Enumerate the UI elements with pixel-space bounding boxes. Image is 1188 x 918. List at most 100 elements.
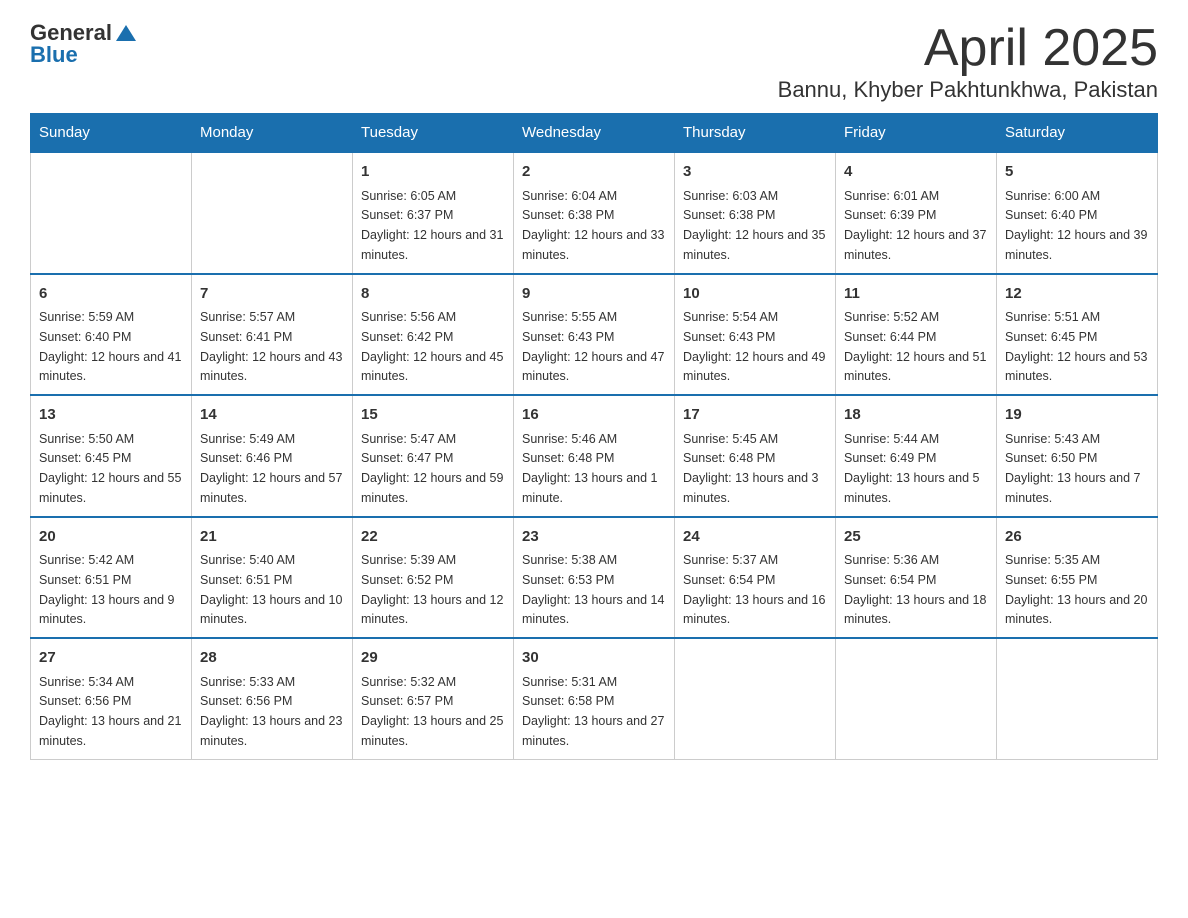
day-number: 20 bbox=[39, 526, 183, 549]
day-number: 25 bbox=[844, 526, 988, 549]
calendar-cell: 4Sunrise: 6:01 AMSunset: 6:39 PMDaylight… bbox=[836, 152, 997, 274]
calendar-cell: 9 Sunrise: 5:55 AMSunset: 6:43 PMDaylight… bbox=[514, 274, 675, 396]
calendar-cell: 20 Sunrise: 5:42 AMSunset: 6:51 PMDayligh… bbox=[31, 517, 192, 639]
calendar-cell: 23Sunrise: 5:38 AMSunset: 6:53 PMDayligh… bbox=[514, 517, 675, 639]
day-detail: Sunrise: 5:44 AMSunset: 6:49 PMDaylight:… bbox=[844, 432, 980, 505]
calendar-cell: 30 Sunrise: 5:31 AMSunset: 6:58 PMDayligh… bbox=[514, 638, 675, 759]
calendar-week-row: 1 Sunrise: 6:05 AMSunset: 6:37 PMDaylight… bbox=[31, 152, 1158, 274]
calendar-cell: 21Sunrise: 5:40 AMSunset: 6:51 PMDayligh… bbox=[192, 517, 353, 639]
calendar-cell: 24 Sunrise: 5:37 AMSunset: 6:54 PMDayligh… bbox=[675, 517, 836, 639]
calendar-week-row: 20 Sunrise: 5:42 AMSunset: 6:51 PMDayligh… bbox=[31, 517, 1158, 639]
calendar-cell: 12 Sunrise: 5:51 AMSunset: 6:45 PMDayligh… bbox=[997, 274, 1158, 396]
day-detail: Sunrise: 5:55 AMSunset: 6:43 PMDaylight:… bbox=[522, 310, 664, 383]
day-number: 9 bbox=[522, 283, 666, 306]
calendar-cell: 1 Sunrise: 6:05 AMSunset: 6:37 PMDaylight… bbox=[353, 152, 514, 274]
header-wednesday: Wednesday bbox=[514, 114, 675, 153]
calendar-cell: 5 Sunrise: 6:00 AMSunset: 6:40 PMDaylight… bbox=[997, 152, 1158, 274]
day-detail: Sunrise: 5:37 AMSunset: 6:54 PMDaylight:… bbox=[683, 553, 825, 626]
calendar-cell: 18 Sunrise: 5:44 AMSunset: 6:49 PMDayligh… bbox=[836, 395, 997, 517]
day-detail: Sunrise: 6:00 AMSunset: 6:40 PMDaylight:… bbox=[1005, 189, 1147, 262]
day-detail: Sunrise: 5:49 AMSunset: 6:46 PMDaylight:… bbox=[200, 432, 342, 505]
logo: General Blue bbox=[30, 20, 136, 68]
calendar-cell: 29Sunrise: 5:32 AMSunset: 6:57 PMDayligh… bbox=[353, 638, 514, 759]
page-header: General Blue April 2025 Bannu, Khyber Pa… bbox=[30, 20, 1158, 103]
day-detail: Sunrise: 5:47 AMSunset: 6:47 PMDaylight:… bbox=[361, 432, 503, 505]
calendar-cell: 22 Sunrise: 5:39 AMSunset: 6:52 PMDayligh… bbox=[353, 517, 514, 639]
day-number: 14 bbox=[200, 404, 344, 427]
calendar-week-row: 6Sunrise: 5:59 AMSunset: 6:40 PMDaylight… bbox=[31, 274, 1158, 396]
header-tuesday: Tuesday bbox=[353, 114, 514, 153]
calendar-cell: 3 Sunrise: 6:03 AMSunset: 6:38 PMDaylight… bbox=[675, 152, 836, 274]
day-detail: Sunrise: 5:51 AMSunset: 6:45 PMDaylight:… bbox=[1005, 310, 1147, 383]
day-detail: Sunrise: 5:54 AMSunset: 6:43 PMDaylight:… bbox=[683, 310, 825, 383]
calendar-cell: 10 Sunrise: 5:54 AMSunset: 6:43 PMDayligh… bbox=[675, 274, 836, 396]
calendar-cell: 11 Sunrise: 5:52 AMSunset: 6:44 PMDayligh… bbox=[836, 274, 997, 396]
day-number: 24 bbox=[683, 526, 827, 549]
calendar-cell: 27 Sunrise: 5:34 AMSunset: 6:56 PMDayligh… bbox=[31, 638, 192, 759]
calendar-cell bbox=[997, 638, 1158, 759]
header-saturday: Saturday bbox=[997, 114, 1158, 153]
day-number: 27 bbox=[39, 647, 183, 670]
day-number: 26 bbox=[1005, 526, 1149, 549]
day-number: 2 bbox=[522, 161, 666, 184]
calendar-cell: 19 Sunrise: 5:43 AMSunset: 6:50 PMDayligh… bbox=[997, 395, 1158, 517]
day-number: 28 bbox=[200, 647, 344, 670]
day-number: 11 bbox=[844, 283, 988, 306]
header-monday: Monday bbox=[192, 114, 353, 153]
day-number: 19 bbox=[1005, 404, 1149, 427]
calendar-subtitle: Bannu, Khyber Pakhtunkhwa, Pakistan bbox=[778, 77, 1158, 103]
logo-triangle-icon bbox=[116, 25, 136, 41]
day-number: 12 bbox=[1005, 283, 1149, 306]
day-detail: Sunrise: 6:03 AMSunset: 6:38 PMDaylight:… bbox=[683, 189, 825, 262]
calendar-cell: 16Sunrise: 5:46 AMSunset: 6:48 PMDayligh… bbox=[514, 395, 675, 517]
day-detail: Sunrise: 5:56 AMSunset: 6:42 PMDaylight:… bbox=[361, 310, 503, 383]
calendar-cell bbox=[836, 638, 997, 759]
day-detail: Sunrise: 5:33 AMSunset: 6:56 PMDaylight:… bbox=[200, 675, 342, 748]
day-detail: Sunrise: 6:04 AMSunset: 6:38 PMDaylight:… bbox=[522, 189, 664, 262]
day-number: 18 bbox=[844, 404, 988, 427]
day-detail: Sunrise: 5:43 AMSunset: 6:50 PMDaylight:… bbox=[1005, 432, 1141, 505]
day-number: 8 bbox=[361, 283, 505, 306]
calendar-header-row: SundayMondayTuesdayWednesdayThursdayFrid… bbox=[31, 114, 1158, 153]
day-number: 30 bbox=[522, 647, 666, 670]
day-detail: Sunrise: 6:05 AMSunset: 6:37 PMDaylight:… bbox=[361, 189, 503, 262]
calendar-cell: 2 Sunrise: 6:04 AMSunset: 6:38 PMDaylight… bbox=[514, 152, 675, 274]
calendar-week-row: 27 Sunrise: 5:34 AMSunset: 6:56 PMDayligh… bbox=[31, 638, 1158, 759]
calendar-cell bbox=[31, 152, 192, 274]
day-detail: Sunrise: 5:31 AMSunset: 6:58 PMDaylight:… bbox=[522, 675, 664, 748]
calendar-cell: 13Sunrise: 5:50 AMSunset: 6:45 PMDayligh… bbox=[31, 395, 192, 517]
day-detail: Sunrise: 5:52 AMSunset: 6:44 PMDaylight:… bbox=[844, 310, 986, 383]
day-number: 4 bbox=[844, 161, 988, 184]
day-detail: Sunrise: 5:50 AMSunset: 6:45 PMDaylight:… bbox=[39, 432, 181, 505]
day-number: 15 bbox=[361, 404, 505, 427]
day-number: 3 bbox=[683, 161, 827, 184]
calendar-cell: 25 Sunrise: 5:36 AMSunset: 6:54 PMDayligh… bbox=[836, 517, 997, 639]
logo-text-blue: Blue bbox=[30, 42, 78, 68]
calendar-table: SundayMondayTuesdayWednesdayThursdayFrid… bbox=[30, 113, 1158, 760]
header-sunday: Sunday bbox=[31, 114, 192, 153]
day-detail: Sunrise: 5:46 AMSunset: 6:48 PMDaylight:… bbox=[522, 432, 658, 505]
calendar-cell bbox=[675, 638, 836, 759]
day-detail: Sunrise: 5:57 AMSunset: 6:41 PMDaylight:… bbox=[200, 310, 342, 383]
day-number: 5 bbox=[1005, 161, 1149, 184]
day-detail: Sunrise: 5:45 AMSunset: 6:48 PMDaylight:… bbox=[683, 432, 819, 505]
calendar-cell: 14 Sunrise: 5:49 AMSunset: 6:46 PMDayligh… bbox=[192, 395, 353, 517]
day-detail: Sunrise: 5:59 AMSunset: 6:40 PMDaylight:… bbox=[39, 310, 181, 383]
day-detail: Sunrise: 5:42 AMSunset: 6:51 PMDaylight:… bbox=[39, 553, 175, 626]
day-number: 1 bbox=[361, 161, 505, 184]
day-number: 17 bbox=[683, 404, 827, 427]
day-detail: Sunrise: 5:34 AMSunset: 6:56 PMDaylight:… bbox=[39, 675, 181, 748]
calendar-cell bbox=[192, 152, 353, 274]
day-detail: Sunrise: 5:32 AMSunset: 6:57 PMDaylight:… bbox=[361, 675, 503, 748]
day-number: 22 bbox=[361, 526, 505, 549]
day-detail: Sunrise: 5:35 AMSunset: 6:55 PMDaylight:… bbox=[1005, 553, 1147, 626]
day-detail: Sunrise: 5:36 AMSunset: 6:54 PMDaylight:… bbox=[844, 553, 986, 626]
day-number: 10 bbox=[683, 283, 827, 306]
day-number: 21 bbox=[200, 526, 344, 549]
calendar-cell: 6Sunrise: 5:59 AMSunset: 6:40 PMDaylight… bbox=[31, 274, 192, 396]
day-number: 7 bbox=[200, 283, 344, 306]
day-detail: Sunrise: 5:39 AMSunset: 6:52 PMDaylight:… bbox=[361, 553, 503, 626]
calendar-cell: 17 Sunrise: 5:45 AMSunset: 6:48 PMDayligh… bbox=[675, 395, 836, 517]
calendar-week-row: 13Sunrise: 5:50 AMSunset: 6:45 PMDayligh… bbox=[31, 395, 1158, 517]
title-block: April 2025 Bannu, Khyber Pakhtunkhwa, Pa… bbox=[778, 20, 1158, 103]
